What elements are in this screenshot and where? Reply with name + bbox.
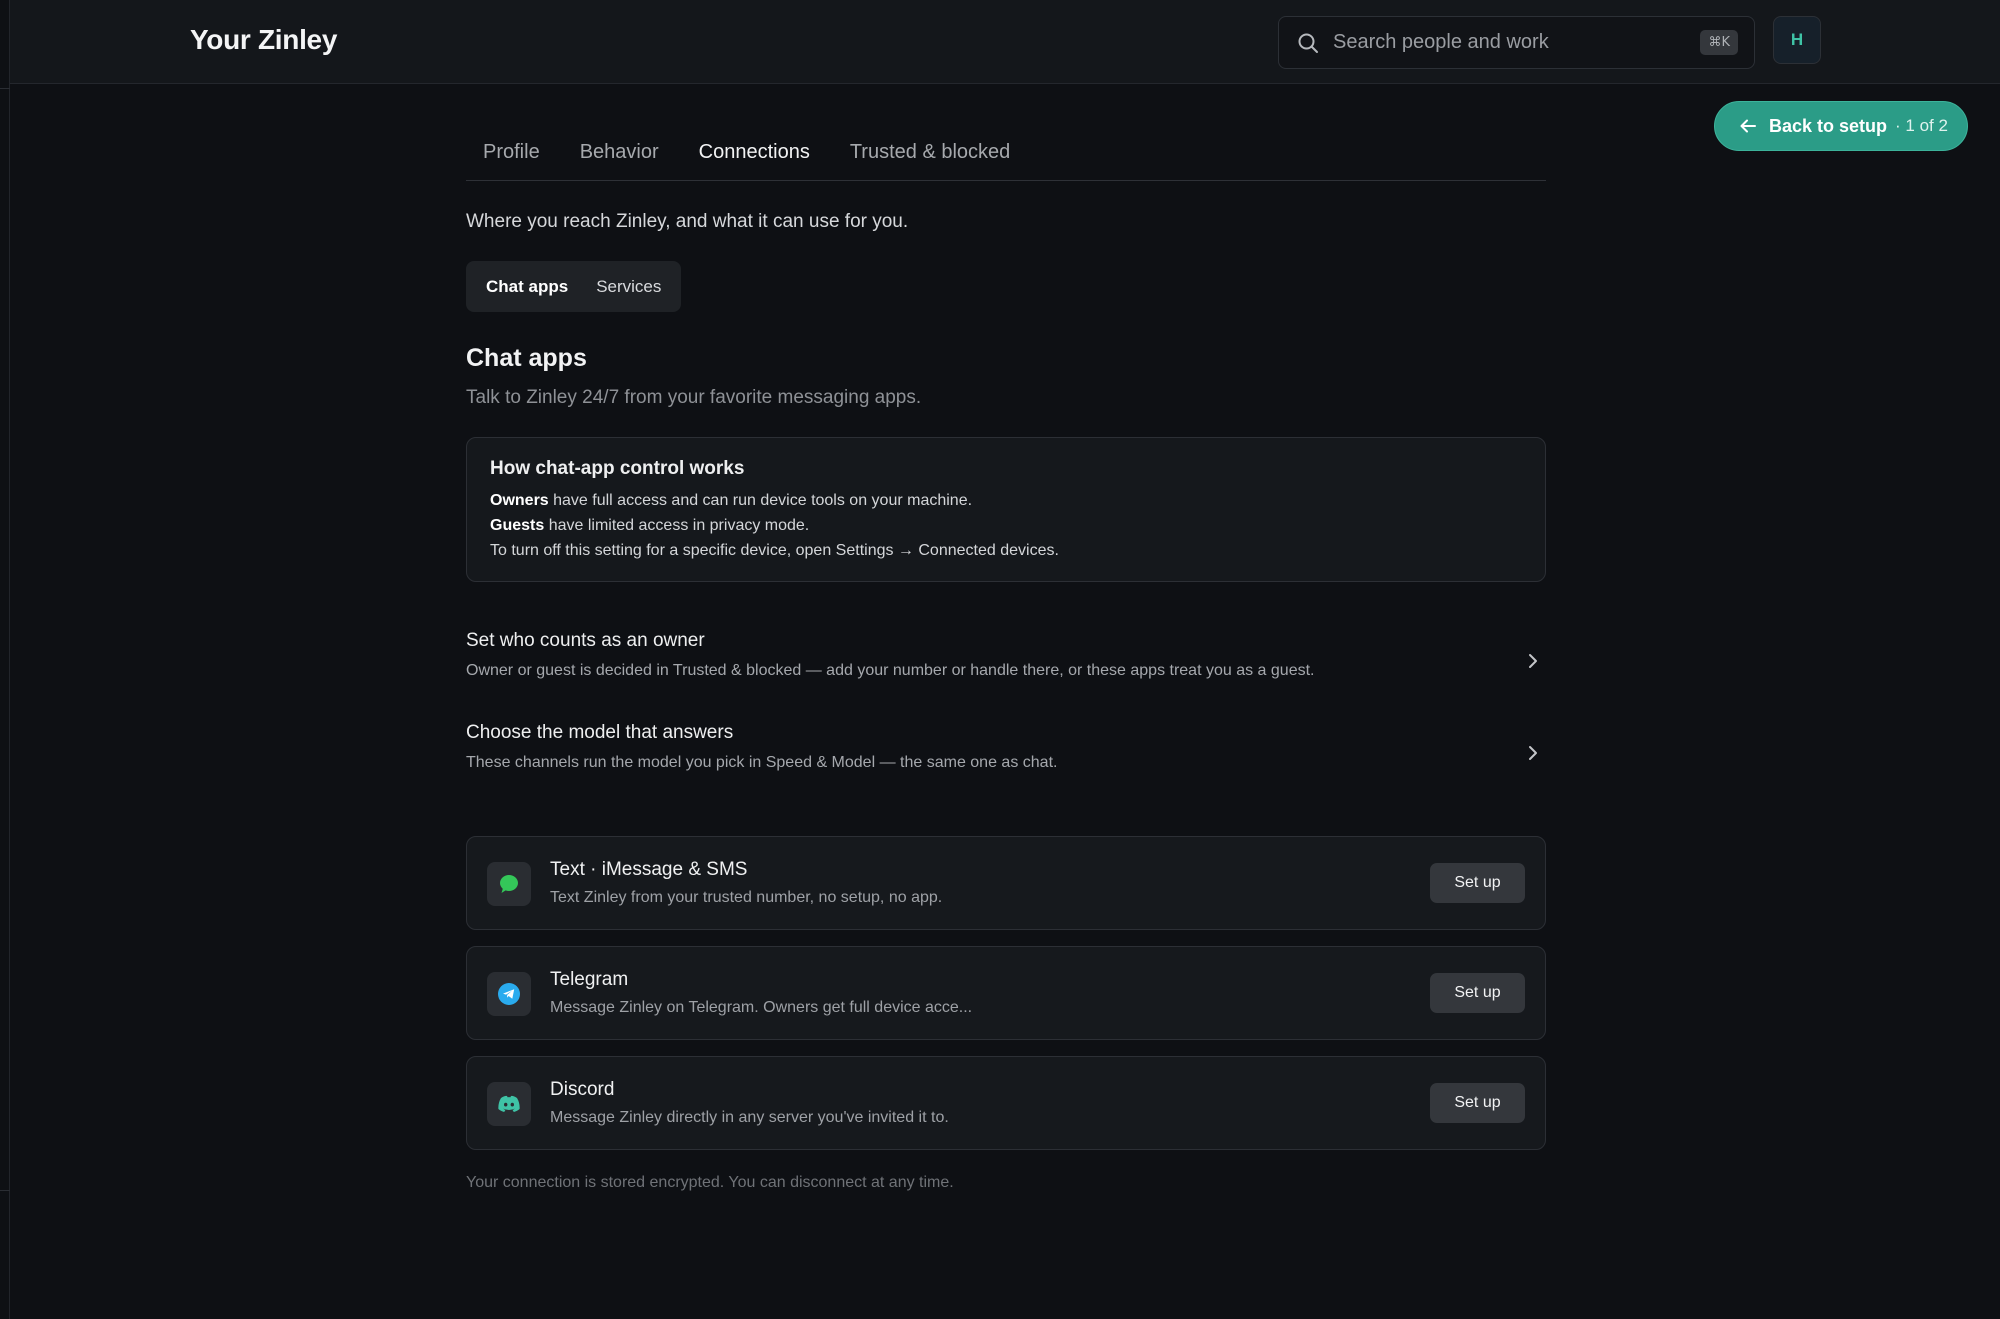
- segment-chat-apps[interactable]: Chat apps: [472, 277, 582, 297]
- model-setting-title: Choose the model that answers: [466, 722, 734, 743]
- telegram-icon: [487, 972, 531, 1016]
- segment-services[interactable]: Services: [582, 277, 675, 297]
- main-content: Profile Behavior Connections Trusted & b…: [466, 130, 1546, 1192]
- owner-setting-description: Owner or guest is decided in Trusted & b…: [466, 662, 1315, 679]
- chat-app-card-imessage: Text · iMessage & SMS Text Zinley from y…: [466, 836, 1546, 930]
- model-setting-description: These channels run the model you pick in…: [466, 754, 1058, 771]
- chat-app-description: Message Zinley directly in any server yo…: [550, 1109, 949, 1126]
- connections-segmented-control: Chat apps Services: [466, 261, 682, 312]
- search-input[interactable]: [1333, 31, 1701, 54]
- chat-app-card-discord: Discord Message Zinley directly in any s…: [466, 1056, 1546, 1150]
- owner-setting-title: Set who counts as an owner: [466, 630, 705, 651]
- message-bubble-icon: [487, 862, 531, 906]
- settings-rows: Set who counts as an owner Owner or gues…: [466, 618, 1546, 802]
- chat-app-description: Message Zinley on Telegram. Owners get f…: [550, 999, 973, 1016]
- arrow-left-icon: [1739, 117, 1757, 135]
- guests-text: have limited access in privacy mode.: [544, 517, 810, 534]
- chat-app-description: Text Zinley from your trusted number, no…: [550, 889, 943, 906]
- model-setting-row[interactable]: Choose the model that answers These chan…: [466, 710, 1546, 802]
- tab-profile[interactable]: Profile: [483, 130, 540, 181]
- settings-tabs: Profile Behavior Connections Trusted & b…: [466, 130, 1546, 181]
- telegram-setup-button[interactable]: Set up: [1430, 973, 1525, 1013]
- imessage-setup-button[interactable]: Set up: [1430, 863, 1525, 903]
- owner-setting-row[interactable]: Set who counts as an owner Owner or gues…: [466, 618, 1546, 710]
- info-guests-line: Guests have limited access in privacy mo…: [490, 513, 1522, 538]
- top-bar: Your Zinley ⌘K H: [10, 0, 2000, 84]
- setup-step-counter: · 1 of 2: [1895, 116, 1948, 135]
- chat-app-card-telegram: Telegram Message Zinley on Telegram. Own…: [466, 946, 1546, 1040]
- search-icon: [1297, 32, 1319, 54]
- chat-app-name: Discord: [550, 1079, 615, 1100]
- chat-app-name: Text · iMessage & SMS: [550, 859, 748, 880]
- section-title: Chat apps: [466, 344, 587, 372]
- back-to-setup-label: Back to setup: [1769, 115, 1888, 136]
- info-owners-line: Owners have full access and can run devi…: [490, 488, 1522, 513]
- chat-app-list: Text · iMessage & SMS Text Zinley from y…: [466, 836, 1546, 1150]
- page-tagline: Where you reach Zinley, and what it can …: [466, 211, 909, 232]
- tab-connections[interactable]: Connections: [699, 130, 810, 181]
- discord-setup-button[interactable]: Set up: [1430, 1083, 1525, 1123]
- owners-text: have full access and can run device tool…: [548, 492, 973, 509]
- rail-divider: [0, 1190, 10, 1191]
- chat-control-info-box: How chat-app control works Owners have f…: [466, 437, 1546, 582]
- app-title: Your Zinley: [190, 24, 338, 55]
- encryption-footnote: Your connection is stored encrypted. You…: [466, 1174, 954, 1191]
- tab-trusted-blocked[interactable]: Trusted & blocked: [850, 130, 1010, 181]
- guests-label: Guests: [490, 517, 545, 534]
- chat-app-name: Telegram: [550, 969, 629, 990]
- discord-icon: [487, 1082, 531, 1126]
- info-device-line: To turn off this setting for a specific …: [490, 542, 1059, 559]
- search-shortcut-badge: ⌘K: [1700, 30, 1738, 55]
- info-box-title: How chat-app control works: [490, 458, 745, 479]
- section-subtitle: Talk to Zinley 24/7 from your favorite m…: [466, 387, 922, 408]
- search-box[interactable]: ⌘K: [1278, 16, 1755, 69]
- owners-label: Owners: [490, 492, 549, 509]
- chevron-right-icon: [1526, 652, 1540, 670]
- tab-behavior[interactable]: Behavior: [580, 130, 659, 181]
- rail-divider: [0, 88, 10, 89]
- chevron-right-icon: [1526, 744, 1540, 762]
- left-rail: [0, 0, 10, 1319]
- user-avatar[interactable]: H: [1773, 16, 1821, 64]
- back-to-setup-button[interactable]: Back to setup · 1 of 2: [1714, 101, 1968, 151]
